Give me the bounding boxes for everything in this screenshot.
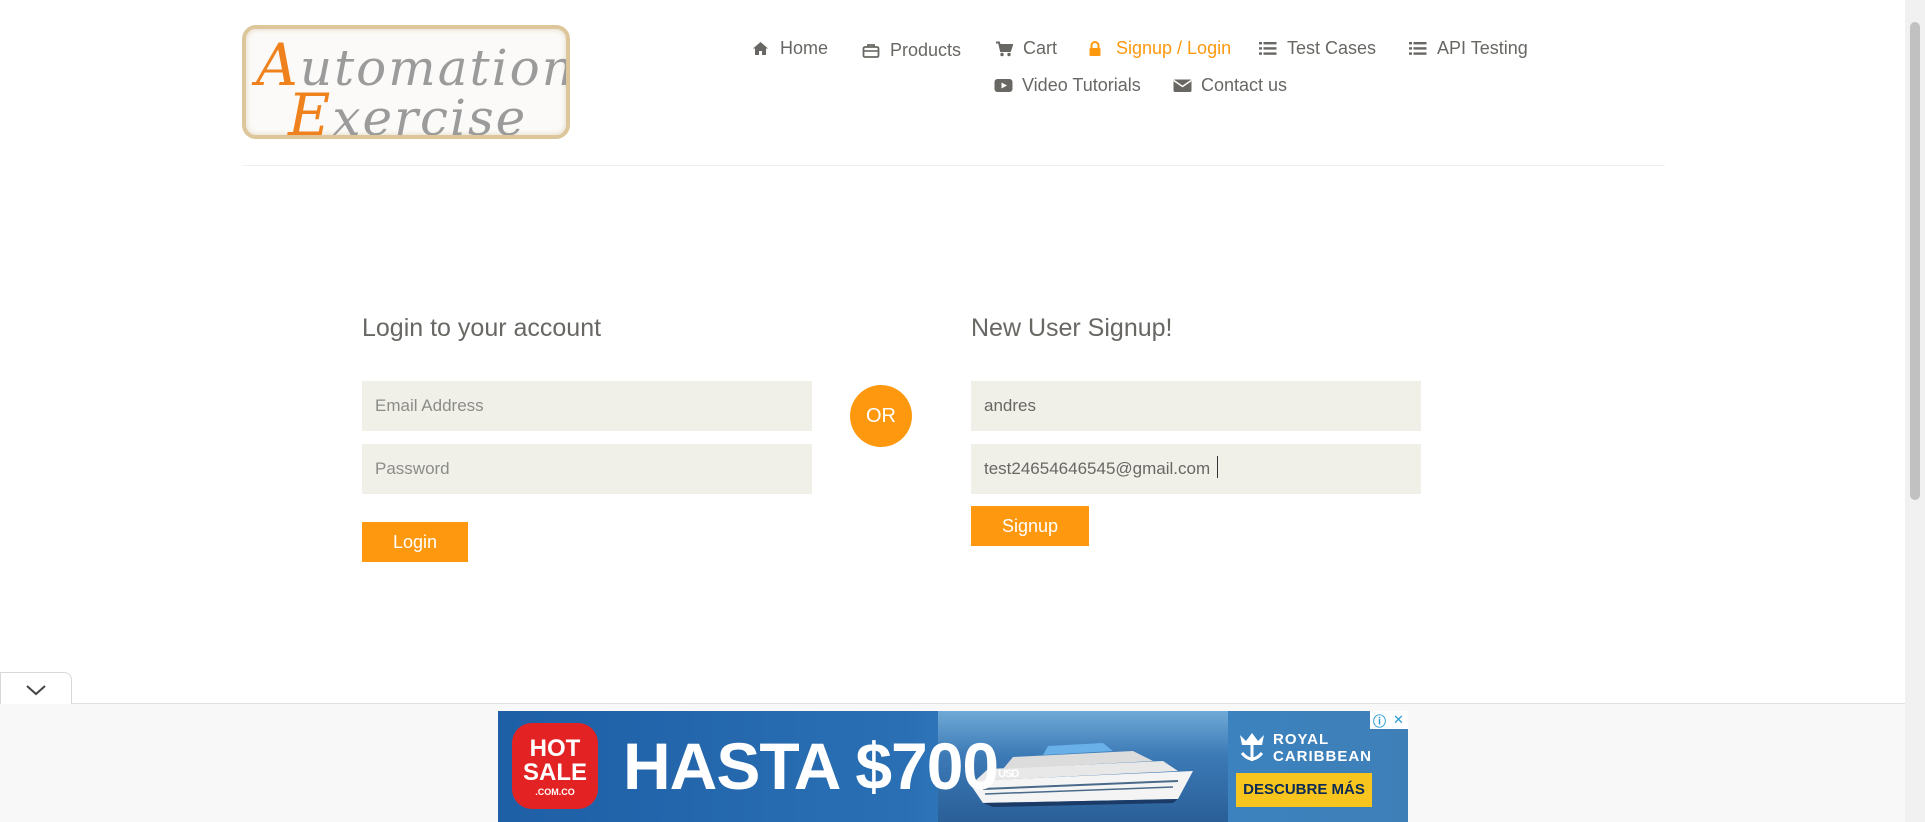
login-button[interactable]: Login (362, 522, 468, 562)
login-email-input[interactable] (362, 381, 812, 431)
nav-api-testing[interactable]: API Testing (1409, 38, 1528, 59)
nav-contact-us[interactable]: Contact us (1173, 75, 1287, 96)
cart-icon (995, 41, 1015, 57)
nav-signup-login[interactable]: Signup / Login (1088, 38, 1231, 59)
nav-test-cases[interactable]: Test Cases (1259, 38, 1376, 59)
nav-products-label: Products (890, 40, 962, 60)
envelope-icon (1173, 78, 1193, 93)
info-icon[interactable]: ⓘ (1370, 711, 1389, 729)
site-logo[interactable]: Automation Exercise (242, 25, 570, 139)
list-icon (1409, 41, 1429, 56)
chevron-down-icon (26, 685, 46, 696)
signup-email-input[interactable] (971, 444, 1421, 494)
nav-video-tutorials[interactable]: Video Tutorials (994, 75, 1141, 96)
briefcase-icon (862, 43, 882, 58)
nav-test-cases-label: Test Cases (1287, 38, 1377, 58)
nav-signup-login-label: Signup / Login (1116, 38, 1232, 58)
ad-headline: HASTA $700USD (623, 729, 1019, 803)
nav-home[interactable]: Home (752, 38, 828, 59)
text-cursor (1217, 456, 1218, 478)
lock-icon (1088, 40, 1108, 57)
nav-contact-us-label: Contact us (1201, 75, 1288, 95)
signup-button[interactable]: Signup (971, 506, 1089, 546)
logo-line-2: Exercise (288, 81, 528, 139)
hot-sale-badge: HOT SALE .COM.CO (512, 723, 598, 809)
nav-home-label: Home (780, 38, 829, 58)
page-scrollbar[interactable] (1905, 0, 1925, 822)
or-divider-badge: OR (850, 385, 912, 447)
signup-name-input[interactable] (971, 381, 1421, 431)
nav-video-tutorials-label: Video Tutorials (1022, 75, 1141, 95)
scrollbar-thumb[interactable] (1910, 22, 1920, 500)
header-divider (242, 165, 1665, 166)
list-icon (1259, 41, 1279, 56)
ad-collapse-toggle[interactable] (0, 672, 72, 704)
nav-cart-label: Cart (1023, 38, 1058, 58)
close-icon[interactable]: ✕ (1389, 711, 1408, 729)
youtube-icon (994, 78, 1014, 93)
ad-controls: ⓘ ✕ (1370, 711, 1408, 729)
ad-brand-name: ROYAL CARIBBEAN (1273, 731, 1372, 765)
login-password-input[interactable] (362, 444, 812, 494)
ad-banner[interactable]: HOT SALE .COM.CO HASTA $700USD ROYAL CAR… (498, 711, 1408, 822)
signup-form-title: New User Signup! (971, 314, 1173, 342)
crown-anchor-icon (1240, 733, 1264, 761)
nav-api-testing-label: API Testing (1437, 38, 1528, 58)
home-icon (752, 41, 772, 56)
nav-cart[interactable]: Cart (995, 38, 1057, 59)
ad-cta-button[interactable]: DESCUBRE MÁS (1236, 773, 1372, 807)
login-form-title: Login to your account (362, 314, 602, 342)
nav-products[interactable]: Products (862, 40, 961, 61)
